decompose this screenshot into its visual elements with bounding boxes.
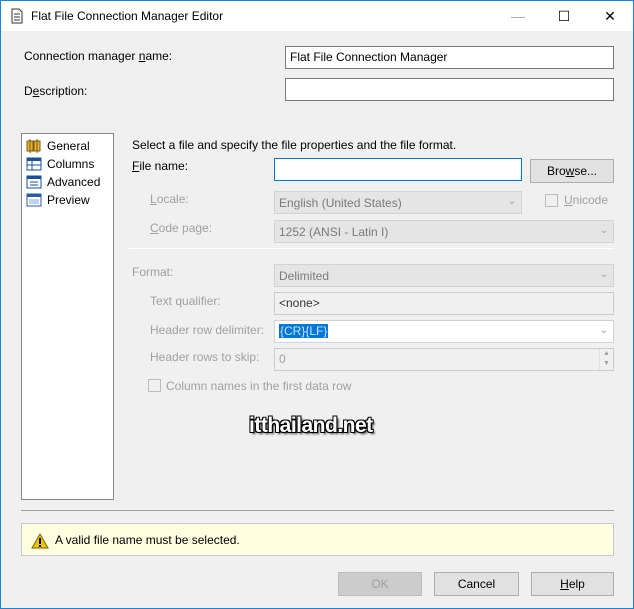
format-select[interactable]: Delimited ⌄ [274, 264, 614, 287]
format-label: Format: [132, 265, 174, 279]
status-message: A valid file name must be selected. [55, 533, 240, 547]
text-qualifier-input[interactable]: <none> [274, 292, 614, 315]
section-divider [129, 248, 614, 249]
code-page-value: 1252 (ANSI - Latin I) [279, 225, 389, 239]
general-icon [26, 139, 41, 153]
locale-label-part: ocale: [156, 192, 189, 206]
warning-icon [31, 533, 49, 549]
description-label-part: scription: [39, 84, 88, 98]
watermark-text: itthailand.net [249, 414, 373, 437]
instructions-text: Select a file and specify the file prope… [132, 138, 457, 152]
code-page-select[interactable]: 1252 (ANSI - Latin I) ⌄ [274, 220, 614, 243]
locale-select[interactable]: English (United States) ⌄ [274, 191, 522, 214]
code-page-label-part: ode page: [158, 221, 213, 235]
text-qualifier-value: <none> [279, 296, 320, 310]
minimize-icon: — [511, 8, 525, 24]
file-name-input[interactable] [274, 158, 522, 181]
connection-name-value: Flat File Connection Manager [290, 50, 448, 64]
maximize-button[interactable]: ☐ [541, 1, 587, 31]
ok-button[interactable]: OK [338, 572, 422, 596]
help-label-accel: H [560, 577, 569, 591]
spin-buttons[interactable]: ▲ ▼ [599, 349, 613, 370]
header-row-delimiter-select[interactable]: {CR}{LF} ⌄ [274, 320, 614, 343]
code-page-label-accel: C [150, 221, 159, 235]
chevron-down-icon: ⌄ [599, 269, 608, 280]
file-name-label: File name: [132, 159, 188, 173]
preview-icon [26, 193, 42, 207]
connection-name-label-part: ame: [145, 49, 173, 63]
nav-item-label: Preview [47, 193, 90, 207]
description-input[interactable] [285, 78, 614, 101]
close-icon: ✕ [604, 7, 616, 24]
window-title: Flat File Connection Manager Editor [31, 9, 224, 23]
column-names-label: Column names in the first data row [166, 379, 352, 393]
header-rows-skip-input[interactable]: 0 ▲ ▼ [274, 348, 614, 371]
nav-item-columns[interactable]: Columns [26, 155, 94, 173]
header-rows-skip-value: 0 [279, 352, 286, 366]
advanced-icon [26, 175, 42, 189]
connection-name-label-part: Connection manager [24, 49, 139, 63]
header-rows-skip-label: Header rows to skip: [150, 350, 260, 364]
help-button[interactable]: Help [531, 572, 614, 596]
header-row-delimiter-label: Header row delimiter: [150, 323, 265, 337]
nav-item-label: General [47, 139, 90, 153]
browse-label-part: Bro [546, 164, 566, 178]
unicode-label: Unicode [564, 193, 608, 207]
unicode-label-accel: U [564, 193, 573, 207]
columns-icon [26, 157, 42, 171]
connection-name-label: Connection manager name: [24, 49, 172, 63]
chevron-down-icon: ⌄ [599, 325, 608, 336]
spin-down-icon: ▼ [603, 360, 610, 367]
browse-button[interactable]: Browse... [530, 159, 614, 183]
connection-name-input[interactable]: Flat File Connection Manager [285, 46, 614, 69]
unicode-checkbox[interactable] [545, 194, 558, 207]
locale-value: English (United States) [279, 196, 402, 210]
code-page-label: Code page: [150, 221, 212, 235]
header-row-delimiter-value: {CR}{LF} [279, 324, 329, 338]
browse-label-part: se... [574, 164, 598, 178]
nav-item-preview[interactable]: Preview [26, 191, 90, 209]
text-qualifier-label: Text qualifier: [150, 294, 221, 308]
page-nav-list: General Columns Advanced Preview [21, 133, 114, 500]
dialog-window: Flat File Connection Manager Editor — ☐ … [0, 0, 634, 609]
spin-up-icon: ▲ [603, 350, 610, 357]
file-name-label-part: ile name: [139, 159, 189, 173]
nav-item-general[interactable]: General [26, 137, 90, 155]
chevron-down-icon: ⌄ [599, 225, 608, 236]
minimize-button[interactable]: — [495, 1, 541, 31]
status-message-bar: A valid file name must be selected. [21, 523, 614, 556]
nav-item-advanced[interactable]: Advanced [26, 173, 100, 191]
description-label: Description: [24, 84, 87, 98]
locale-label-accel: L [150, 192, 157, 206]
nav-item-label: Advanced [47, 175, 101, 189]
footer-divider [21, 510, 614, 511]
format-value: Delimited [279, 269, 330, 283]
maximize-icon: ☐ [557, 7, 571, 24]
app-icon [11, 8, 23, 24]
title-bar[interactable]: Flat File Connection Manager Editor — ☐ … [1, 1, 633, 31]
nav-item-label: Columns [47, 157, 95, 171]
column-names-checkbox[interactable] [148, 379, 161, 392]
help-label-part: elp [568, 577, 585, 591]
unicode-label-part: nicode [572, 193, 609, 207]
cancel-button[interactable]: Cancel [434, 572, 519, 596]
locale-label: Locale: [150, 192, 189, 206]
chevron-down-icon: ⌄ [507, 196, 516, 207]
description-label-part: D [24, 84, 33, 98]
close-button[interactable]: ✕ [587, 1, 633, 31]
